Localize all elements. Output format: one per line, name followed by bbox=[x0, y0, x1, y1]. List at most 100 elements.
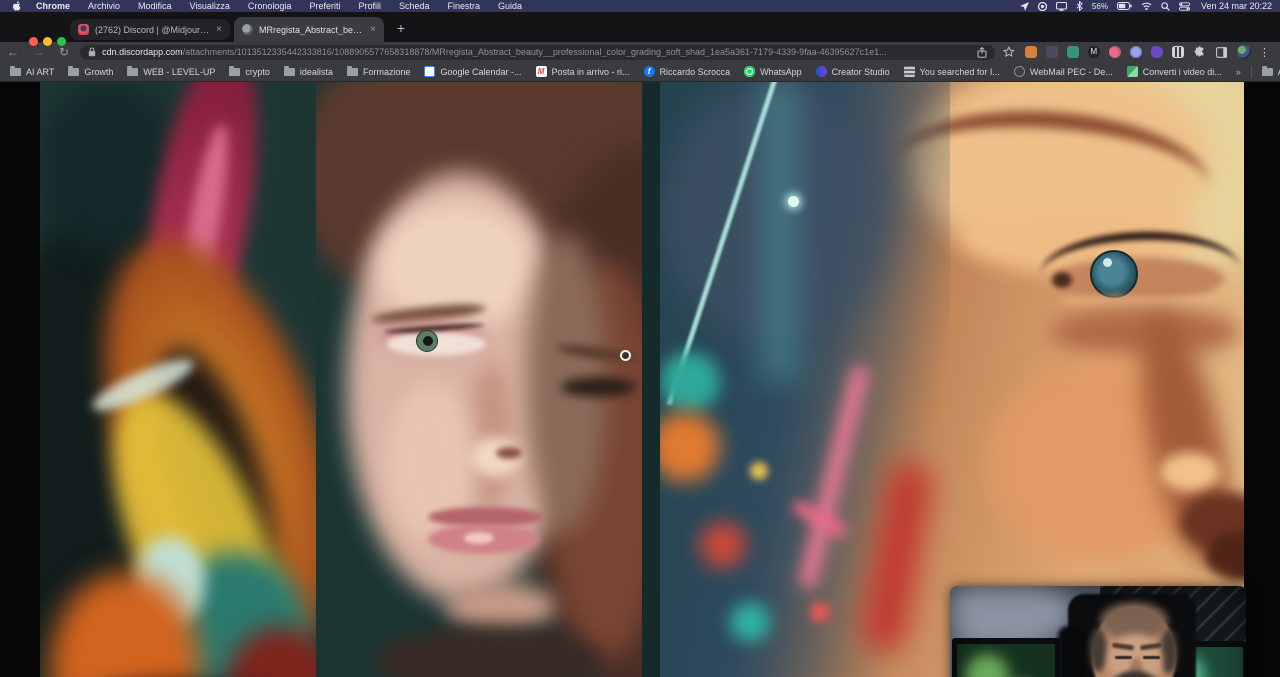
folder-icon bbox=[347, 68, 358, 76]
image-file-favicon bbox=[242, 24, 253, 35]
tab-discord[interactable]: (2762) Discord | @Midjourney × bbox=[70, 19, 230, 40]
menu-item-guida[interactable]: Guida bbox=[489, 1, 531, 11]
bookmark-web-level-up[interactable]: WEB - LEVEL-UP bbox=[127, 67, 215, 77]
bookmark-label: idealista bbox=[300, 67, 333, 77]
ext-key-icon[interactable] bbox=[1109, 46, 1121, 58]
bookmark-google-calendar[interactable]: Google Calendar -... bbox=[424, 66, 521, 77]
nostril bbox=[496, 447, 522, 459]
tab-title: (2762) Discord | @Midjourney bbox=[95, 25, 210, 35]
battery-icon[interactable] bbox=[1117, 2, 1132, 10]
control-center-icon[interactable] bbox=[1179, 2, 1190, 11]
new-tab-button[interactable]: + bbox=[393, 21, 409, 37]
side-panel-icon[interactable] bbox=[1216, 47, 1228, 58]
bookmark-star-icon[interactable] bbox=[1003, 46, 1015, 58]
folder-icon bbox=[68, 68, 79, 76]
bookmark-gmail[interactable]: M Posta in arrivo - ri... bbox=[536, 66, 630, 77]
folder-icon bbox=[127, 68, 138, 76]
apple-logo-icon[interactable] bbox=[12, 1, 21, 11]
webcam-overlay bbox=[950, 586, 1246, 677]
battery-percent: 56% bbox=[1092, 2, 1108, 11]
traffic-light-minimize[interactable] bbox=[43, 37, 52, 46]
tab-title: MRregista_Abstract_beauty_... bbox=[259, 25, 364, 35]
folder-icon bbox=[229, 68, 240, 76]
whatsapp-icon bbox=[744, 66, 755, 77]
display-icon[interactable] bbox=[1056, 2, 1067, 11]
video-converter-icon bbox=[1127, 66, 1138, 77]
address-bar[interactable]: cdn.discordapp.com /attachments/10135123… bbox=[80, 45, 995, 60]
other-bookmarks[interactable]: Altri Preferiti bbox=[1262, 67, 1280, 77]
folder-icon bbox=[10, 68, 21, 76]
menu-item-preferiti[interactable]: Preferiti bbox=[300, 1, 349, 11]
bookmark-idealista[interactable]: idealista bbox=[284, 67, 333, 77]
menu-item-scheda[interactable]: Scheda bbox=[390, 1, 439, 11]
panel-center-portrait bbox=[316, 82, 642, 677]
bookmark-crypto[interactable]: crypto bbox=[229, 67, 270, 77]
bookmark-creator-studio[interactable]: Creator Studio bbox=[816, 66, 890, 77]
bookmarks-bar: AI ART Growth WEB - LEVEL-UP crypto idea… bbox=[0, 62, 1280, 82]
macos-menu-bar: Chrome Archivio Modifica Visualizza Cron… bbox=[0, 0, 1280, 12]
page-content bbox=[0, 82, 1280, 677]
bookmarks-overflow-chevron[interactable]: » bbox=[1236, 67, 1241, 77]
traffic-light-zoom[interactable] bbox=[57, 37, 66, 46]
traffic-light-close[interactable] bbox=[29, 37, 38, 46]
profile-avatar[interactable] bbox=[1237, 45, 1251, 59]
bookmark-label: crypto bbox=[245, 67, 270, 77]
ext-orange-icon[interactable] bbox=[1025, 46, 1037, 58]
screen-record-icon[interactable] bbox=[1038, 2, 1047, 11]
divider bbox=[1251, 66, 1252, 78]
grid-icon bbox=[904, 66, 915, 77]
bookmark-growth[interactable]: Growth bbox=[68, 67, 113, 77]
bookmark-ai-art[interactable]: AI ART bbox=[10, 67, 54, 77]
google-calendar-icon bbox=[424, 66, 435, 77]
ext-grid-icon[interactable] bbox=[1172, 46, 1184, 58]
menu-item-chrome[interactable]: Chrome bbox=[27, 1, 79, 11]
tab-close-icon[interactable]: × bbox=[216, 24, 222, 35]
location-arrow-icon[interactable] bbox=[1020, 2, 1029, 11]
spotlight-search-icon[interactable] bbox=[1161, 2, 1170, 11]
wifi-icon[interactable] bbox=[1141, 2, 1152, 10]
sparkle bbox=[788, 196, 799, 207]
discord-favicon bbox=[78, 24, 89, 35]
webmail-icon bbox=[1014, 66, 1025, 77]
bookmark-whatsapp[interactable]: WhatsApp bbox=[744, 66, 802, 77]
zoom-cursor bbox=[620, 350, 631, 361]
bookmark-label: WEB - LEVEL-UP bbox=[143, 67, 215, 77]
share-icon[interactable] bbox=[977, 47, 987, 58]
ext-teal-icon[interactable] bbox=[1067, 46, 1079, 58]
menu-dots-icon[interactable]: ⋮ bbox=[1259, 46, 1270, 59]
menu-item-cronologia[interactable]: Cronologia bbox=[239, 1, 301, 11]
bookmark-webmail-pec[interactable]: WebMail PEC - De... bbox=[1014, 66, 1113, 77]
bookmark-label: Growth bbox=[84, 67, 113, 77]
ext-purple-icon[interactable] bbox=[1151, 46, 1163, 58]
extensions-puzzle-icon[interactable] bbox=[1194, 46, 1206, 58]
bookmark-formazione[interactable]: Formazione bbox=[347, 67, 411, 77]
chrome-toolbar: ← → ↻ cdn.discordapp.com /attachments/10… bbox=[0, 42, 1280, 62]
ext-cloud-icon[interactable] bbox=[1130, 46, 1142, 58]
back-button[interactable]: ← bbox=[0, 43, 26, 61]
panel-left-abstract bbox=[40, 82, 316, 677]
lock-icon bbox=[88, 47, 96, 57]
gmail-icon: M bbox=[536, 66, 547, 77]
bookmark-label: You searched for I... bbox=[920, 67, 1000, 77]
menu-item-profili[interactable]: Profili bbox=[349, 1, 390, 11]
menu-clock[interactable]: Ven 24 mar 20:22 bbox=[1201, 1, 1272, 11]
bookmark-label: WhatsApp bbox=[760, 67, 802, 77]
menu-item-archivio[interactable]: Archivio bbox=[79, 1, 129, 11]
bookmark-you-searched[interactable]: You searched for I... bbox=[904, 66, 1000, 77]
bookmark-converti-video[interactable]: Converti i video di... bbox=[1127, 66, 1222, 77]
ext-ghost-icon[interactable] bbox=[1046, 46, 1058, 58]
menu-item-modifica[interactable]: Modifica bbox=[129, 1, 181, 11]
reload-button[interactable]: ↻ bbox=[52, 43, 76, 61]
folder-icon bbox=[284, 68, 295, 76]
bluetooth-icon[interactable] bbox=[1076, 1, 1083, 11]
tab-close-icon[interactable]: × bbox=[370, 24, 376, 35]
chrome-tab-bar: (2762) Discord | @Midjourney × MRregista… bbox=[0, 12, 1280, 42]
menu-item-finestra[interactable]: Finestra bbox=[439, 1, 490, 11]
bookmark-label: AI ART bbox=[26, 67, 54, 77]
ext-medium-icon[interactable]: M bbox=[1088, 46, 1100, 58]
bookmark-facebook[interactable]: fRiccardo Scrocca bbox=[644, 66, 731, 77]
tab-image-active[interactable]: MRregista_Abstract_beauty_... × bbox=[234, 17, 384, 42]
menu-item-visualizza[interactable]: Visualizza bbox=[181, 1, 239, 11]
bookmark-label: Creator Studio bbox=[832, 67, 890, 77]
bookmark-label: Posta in arrivo - ri... bbox=[552, 67, 630, 77]
